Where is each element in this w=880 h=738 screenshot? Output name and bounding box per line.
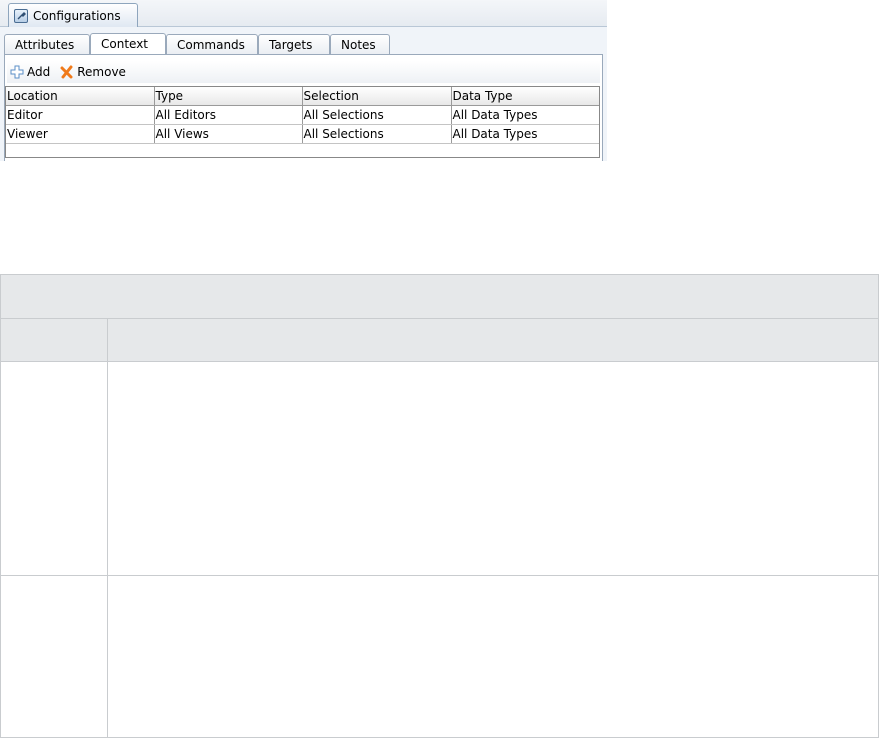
cell-data-type[interactable]: All Data Types (451, 105, 599, 125)
outer-tab-strip: Configurations (0, 0, 607, 27)
table-header-row: Location Type Selection Data Type (6, 87, 599, 106)
tab-context[interactable]: Context (90, 33, 166, 55)
tab-notes-label: Notes (341, 38, 376, 52)
context-table: Location Type Selection Data Type Editor… (5, 86, 600, 158)
cell-selection[interactable]: All Selections (302, 124, 452, 144)
table-row (1, 576, 878, 737)
tab-targets[interactable]: Targets (258, 34, 330, 55)
column-header-location[interactable]: Location (6, 87, 155, 106)
toolbar: Add Remove (7, 61, 600, 83)
remove-icon (60, 65, 74, 79)
context-content: Add Remove Location Type Selection Data … (4, 55, 603, 161)
tab-configurations-label: Configurations (33, 8, 121, 23)
column-header-selection[interactable]: Selection (302, 87, 452, 106)
cell-selection[interactable]: All Selections (302, 105, 452, 125)
tab-context-label: Context (101, 37, 149, 51)
column-header-data-type[interactable]: Data Type (451, 87, 599, 106)
tab-notes[interactable]: Notes (330, 34, 390, 55)
remove-label: Remove (77, 65, 126, 79)
remove-button[interactable]: Remove (57, 62, 129, 82)
cell-location[interactable]: Viewer (6, 124, 155, 144)
tab-commands-label: Commands (177, 38, 245, 52)
cell-type[interactable]: All Views (154, 124, 303, 144)
cell-data-type[interactable]: All Data Types (451, 124, 599, 144)
description-table (0, 274, 879, 738)
add-label: Add (27, 65, 51, 79)
cell-location[interactable]: Editor (6, 105, 155, 125)
add-button[interactable]: Add (7, 62, 53, 82)
tab-configurations[interactable]: Configurations (8, 3, 138, 27)
header-cell-name (1, 319, 108, 361)
tab-targets-label: Targets (269, 38, 313, 52)
table-header-row (1, 319, 878, 362)
subtab-bar: Attributes Context Commands Targets Note… (4, 33, 603, 55)
cell-type[interactable]: All Editors (154, 105, 303, 125)
row-label-cell (1, 576, 108, 737)
row-label-cell (1, 362, 108, 575)
tab-attributes[interactable]: Attributes (4, 34, 90, 55)
column-header-type[interactable]: Type (154, 87, 303, 106)
table-title-row (1, 275, 878, 319)
table-row[interactable]: Editor All Editors All Selections All Da… (6, 105, 599, 125)
tab-attributes-label: Attributes (15, 38, 75, 52)
context-editor-frame: Attributes Context Commands Targets Note… (0, 27, 607, 161)
table-row[interactable]: Viewer All Views All Selections All Data… (6, 124, 599, 144)
table-row (1, 362, 878, 576)
add-icon (10, 65, 24, 79)
tab-commands[interactable]: Commands (166, 34, 258, 55)
wrench-icon (14, 8, 28, 23)
configurations-panel: Configurations Attributes Context Comman… (0, 0, 607, 161)
